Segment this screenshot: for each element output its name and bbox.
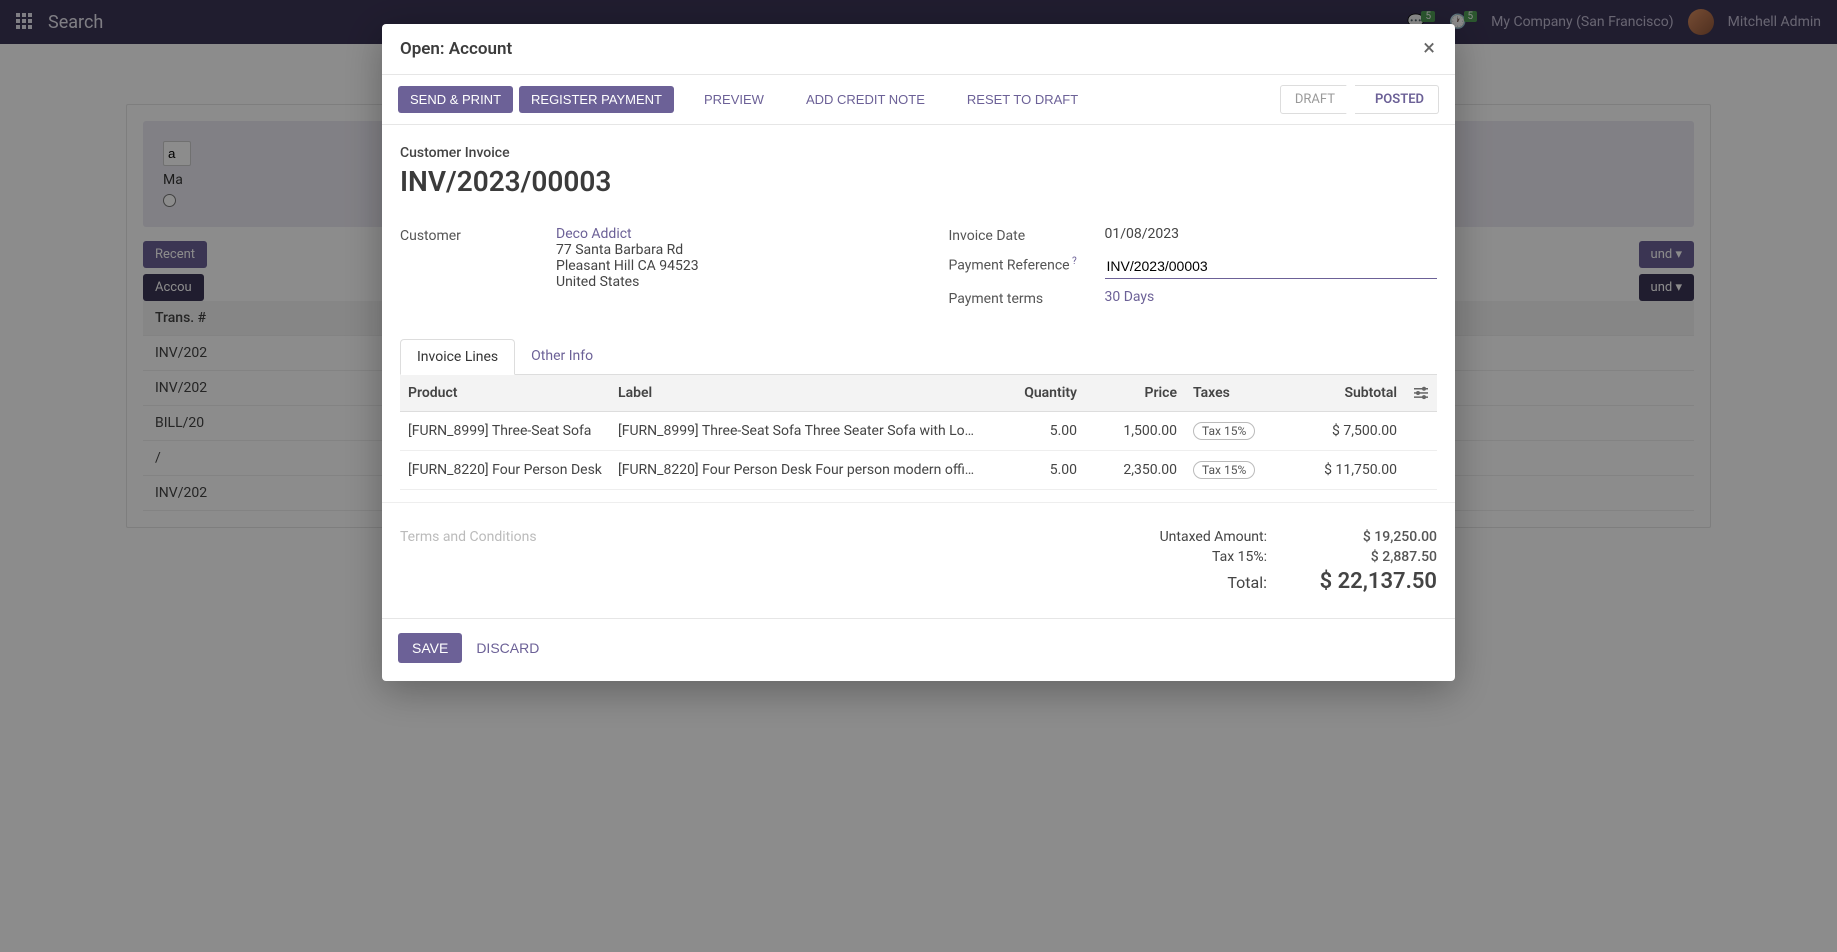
line-price: 2,350.00 xyxy=(1085,451,1185,490)
modal-body: Customer Invoice INV/2023/00003 Customer… xyxy=(382,125,1455,618)
close-icon[interactable]: × xyxy=(1423,38,1435,60)
table-row[interactable]: [FURN_8220] Four Person Desk [FURN_8220]… xyxy=(400,451,1437,490)
payment-terms-value[interactable]: 30 Days xyxy=(1105,289,1438,307)
payment-terms-label: Payment terms xyxy=(949,289,1089,307)
col-quantity: Quantity xyxy=(985,375,1085,412)
total-label: Total: xyxy=(1227,569,1267,594)
line-label: [FURN_8999] Three-Seat Sofa Three Seater… xyxy=(618,423,977,439)
col-taxes: Taxes xyxy=(1185,375,1265,412)
tax-value: $ 2,887.50 xyxy=(1317,549,1437,565)
col-options[interactable] xyxy=(1405,375,1437,412)
invoice-lines-table: Product Label Quantity Price Taxes Subto… xyxy=(400,375,1437,490)
modal-footer: SAVE DISCARD xyxy=(382,618,1455,681)
payment-reference-label: Payment Reference xyxy=(949,254,1089,279)
tax-badge: Tax 15% xyxy=(1193,461,1255,479)
status-draft[interactable]: DRAFT xyxy=(1280,85,1356,114)
line-quantity: 5.00 xyxy=(985,451,1085,490)
untaxed-label: Untaxed Amount: xyxy=(1160,529,1267,545)
total-value: $ 22,137.50 xyxy=(1317,569,1437,594)
line-quantity: 5.00 xyxy=(985,412,1085,451)
send-print-button[interactable]: SEND & PRINT xyxy=(398,86,513,113)
customer-address-line: United States xyxy=(556,274,889,290)
action-bar: SEND & PRINT REGISTER PAYMENT PREVIEW AD… xyxy=(382,75,1455,125)
status-bar: DRAFT POSTED xyxy=(1280,85,1439,114)
reset-to-draft-button[interactable]: RESET TO DRAFT xyxy=(955,86,1090,113)
modal-header: Open: Account × xyxy=(382,24,1455,75)
col-subtotal: Subtotal xyxy=(1265,375,1405,412)
line-product: [FURN_8999] Three-Seat Sofa xyxy=(400,412,610,451)
line-subtotal: $ 7,500.00 xyxy=(1265,412,1405,451)
document-number: INV/2023/00003 xyxy=(400,165,1437,198)
register-payment-button[interactable]: REGISTER PAYMENT xyxy=(519,86,674,113)
tab-invoice-lines[interactable]: Invoice Lines xyxy=(400,339,515,375)
customer-link[interactable]: Deco Addict xyxy=(556,226,889,242)
line-label: [FURN_8220] Four Person Desk Four person… xyxy=(618,462,977,478)
invoice-date-value: 01/08/2023 xyxy=(1105,226,1438,244)
col-price: Price xyxy=(1085,375,1185,412)
customer-address-line: Pleasant Hill CA 94523 xyxy=(556,258,889,274)
col-product: Product xyxy=(400,375,610,412)
modal-title: Open: Account xyxy=(400,39,512,59)
modal-overlay: Open: Account × SEND & PRINT REGISTER PA… xyxy=(0,0,1837,952)
document-type: Customer Invoice xyxy=(400,145,1437,161)
customer-label: Customer xyxy=(400,226,540,290)
add-credit-note-button[interactable]: ADD CREDIT NOTE xyxy=(794,86,937,113)
tab-other-info[interactable]: Other Info xyxy=(515,339,609,374)
table-row[interactable]: [FURN_8999] Three-Seat Sofa [FURN_8999] … xyxy=(400,412,1437,451)
payment-reference-input[interactable] xyxy=(1105,254,1438,279)
tax-badge: Tax 15% xyxy=(1193,422,1255,440)
line-subtotal: $ 11,750.00 xyxy=(1265,451,1405,490)
line-price: 1,500.00 xyxy=(1085,412,1185,451)
preview-button[interactable]: PREVIEW xyxy=(692,86,776,113)
discard-button[interactable]: DISCARD xyxy=(476,633,539,663)
line-product: [FURN_8220] Four Person Desk xyxy=(400,451,610,490)
invoice-modal: Open: Account × SEND & PRINT REGISTER PA… xyxy=(382,24,1455,681)
terms-placeholder[interactable]: Terms and Conditions xyxy=(400,529,537,545)
tabs: Invoice Lines Other Info xyxy=(400,339,1437,375)
settings-icon xyxy=(1413,386,1429,400)
tax-label: Tax 15%: xyxy=(1212,549,1267,565)
untaxed-value: $ 19,250.00 xyxy=(1317,529,1437,545)
col-label: Label xyxy=(610,375,985,412)
save-button[interactable]: SAVE xyxy=(398,633,462,663)
customer-address-line: 77 Santa Barbara Rd xyxy=(556,242,889,258)
invoice-date-label: Invoice Date xyxy=(949,226,1089,244)
totals: Untaxed Amount: $ 19,250.00 Tax 15%: $ 2… xyxy=(1160,529,1437,598)
status-posted[interactable]: POSTED xyxy=(1355,85,1439,114)
